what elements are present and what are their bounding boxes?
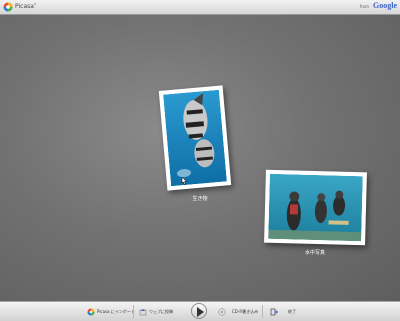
upload-icon [139, 308, 147, 315]
google-logo: Google [373, 1, 397, 10]
photo-divers[interactable] [264, 169, 367, 246]
photo-fish[interactable] [158, 85, 232, 191]
cd-burn-icon-button[interactable] [218, 307, 226, 316]
exit-button[interactable]: 終了 [270, 307, 296, 316]
from-label: from [359, 4, 369, 9]
divers-photo-image [268, 173, 363, 242]
cd-burn-label: CD-R書き込み [232, 308, 259, 314]
cd-burn-button[interactable]: CD-R書き込み [232, 307, 258, 316]
toolbar-divider [262, 305, 263, 318]
bottom-toolbar: Picasa にインポート ウェブに投稿 CD-R書き込み 終了 [0, 301, 400, 321]
mouse-cursor-icon [181, 176, 188, 186]
toolbar-divider [133, 305, 134, 318]
album-label-fish: 生き物 [192, 196, 208, 202]
exit-icon [270, 308, 278, 315]
import-button[interactable]: Picasa にインポート [87, 307, 135, 316]
picasa-logo-icon [3, 2, 13, 12]
disc-icon [218, 307, 226, 316]
fish-photo-image [163, 89, 227, 187]
play-icon [197, 307, 204, 317]
web-upload-label: ウェブに投稿 [149, 308, 173, 314]
play-button[interactable] [191, 303, 207, 319]
picasa-import-icon [87, 308, 95, 315]
title-bar: Picasa3 from Google [0, 0, 400, 15]
album-label-divers: 水中写真 [304, 250, 325, 256]
import-label: Picasa にインポート [97, 308, 135, 314]
app-name: Picasa3 [15, 2, 36, 10]
exit-label: 終了 [288, 308, 296, 314]
web-upload-button[interactable]: ウェブに投稿 [139, 307, 173, 316]
